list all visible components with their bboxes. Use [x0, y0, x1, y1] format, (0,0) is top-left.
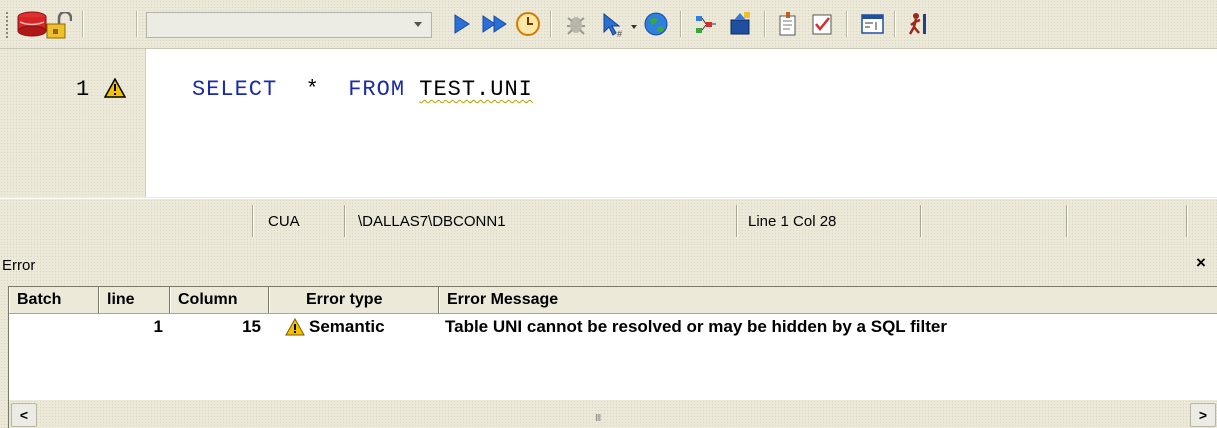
header-line[interactable]: line — [99, 287, 170, 313]
header-error-message[interactable]: Error Message — [439, 287, 1217, 313]
step-into-icon[interactable]: # — [598, 8, 630, 40]
wildcard: * — [305, 77, 320, 102]
lock-icon[interactable] — [46, 10, 73, 40]
status-connection: \DALLAS7\DBCONN1 — [358, 213, 506, 230]
table-header: Batch line Column Error type Error Messa… — [9, 287, 1217, 314]
editor-gutter: 1 — [0, 49, 146, 197]
explain-icon[interactable] — [690, 8, 722, 40]
keyword-select: SELECT — [192, 77, 278, 102]
header-error-type[interactable]: Error type — [269, 287, 439, 313]
horizontal-scrollbar[interactable]: < III > — [8, 400, 1217, 428]
error-table: Batch line Column Error type Error Messa… — [8, 286, 1217, 402]
cell-column: 15 — [242, 317, 261, 336]
panel-title: Error — [2, 257, 36, 274]
scroll-thumb-grip[interactable]: III — [595, 413, 601, 424]
code-line[interactable]: SELECT * FROM TEST.UNI — [192, 77, 533, 102]
check-syntax-icon[interactable] — [806, 8, 838, 40]
chevron-down-icon[interactable] — [628, 18, 640, 30]
cell-batch — [9, 314, 91, 340]
format-icon[interactable] — [772, 8, 804, 40]
status-position: Line 1 Col 28 — [748, 213, 837, 230]
error-panel: Error × Batch line Column Error type Err… — [0, 243, 1217, 428]
warning-icon[interactable] — [104, 78, 126, 98]
close-icon[interactable]: × — [1191, 253, 1211, 273]
warning-icon — [285, 318, 305, 336]
results-icon[interactable] — [856, 8, 888, 40]
table-identifier: TEST.UNI — [419, 77, 533, 102]
code-area[interactable]: SELECT * FROM TEST.UNI — [146, 49, 1217, 197]
debug-icon[interactable] — [560, 8, 592, 40]
database-icon[interactable] — [15, 8, 47, 40]
keyword-from: FROM — [348, 77, 406, 102]
scroll-right-button[interactable]: > — [1190, 403, 1216, 427]
globe-icon[interactable] — [640, 8, 672, 40]
cell-error-message: Table UNI cannot be resolved or may be h… — [445, 317, 947, 336]
scroll-left-button[interactable]: < — [11, 403, 37, 427]
visual-explain-icon[interactable] — [724, 8, 756, 40]
run-icon[interactable] — [446, 8, 478, 40]
sql-editor: 1 SELECT * FROM TEST.UNI — [0, 49, 1217, 197]
svg-text:#: # — [617, 29, 622, 39]
status-bar: CUA \DALLAS7\DBCONN1 Line 1 Col 28 — [0, 198, 1217, 244]
connection-select[interactable] — [146, 12, 432, 38]
run-all-icon[interactable] — [478, 8, 510, 40]
status-mode: CUA — [268, 213, 300, 230]
table-row[interactable]: 1 15 Semantic Table UNI cannot be resolv… — [9, 314, 1217, 340]
line-number: 1 — [76, 77, 90, 102]
toolbar-grip[interactable] — [6, 12, 11, 38]
cell-line: 1 — [153, 317, 163, 336]
toolbar: # — [0, 0, 1217, 49]
header-batch[interactable]: Batch — [9, 287, 99, 313]
chevron-down-icon — [414, 22, 422, 27]
stop-icon[interactable] — [902, 8, 934, 40]
header-column[interactable]: Column — [170, 287, 269, 313]
cell-error-type: Semantic — [309, 317, 385, 336]
schedule-icon[interactable] — [512, 8, 544, 40]
